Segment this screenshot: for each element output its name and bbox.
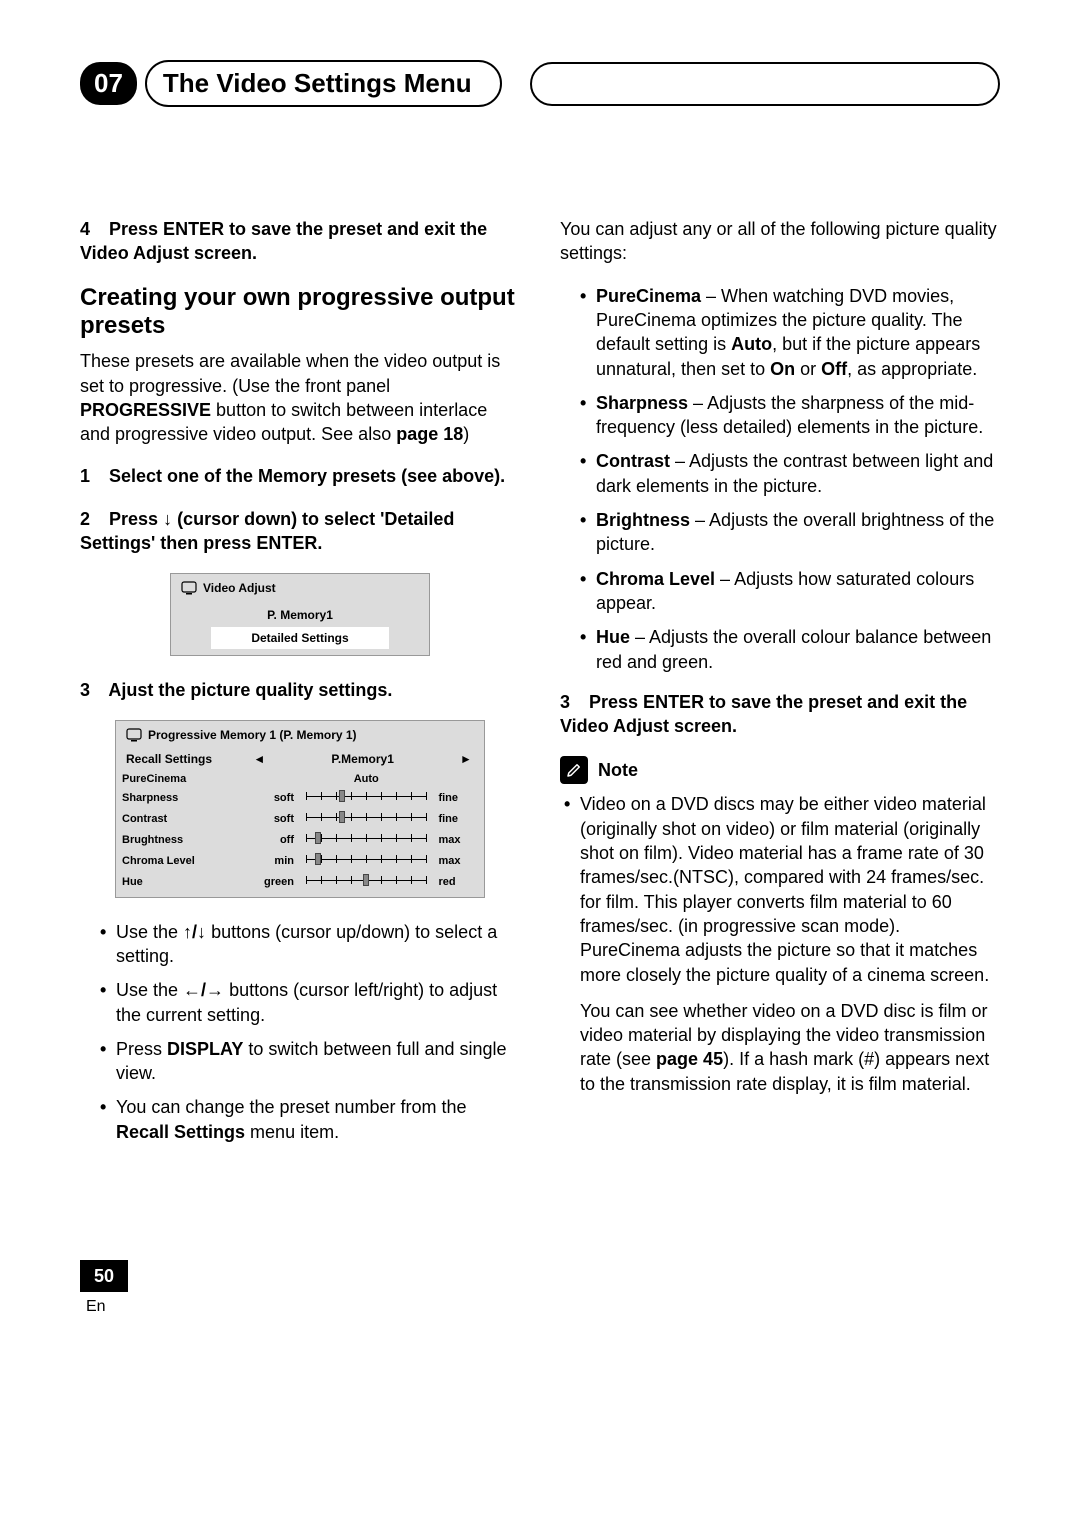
step-2: 2 Press ↓ (cursor down) to select 'Detai… [80,507,520,556]
section-heading: Creating your own progressive output pre… [80,284,520,342]
setting-hue: Hue – Adjusts the overall colour balance… [580,625,1000,674]
osd2-title: Progressive Memory 1 (P. Memory 1) [116,721,484,749]
setting-purecinema: PureCinema – When watching DVD movies, P… [580,284,1000,381]
note-bullets: Video on a DVD discs may be either video… [560,792,1000,1096]
osd-memory-row: P. Memory1 [171,603,429,627]
bullet-cursor-leftright: Use the ←/→ buttons (cursor left/right) … [100,978,520,1027]
setting-brightness: Brightness – Adjusts the overall brightn… [580,508,1000,557]
step-4-text: Press ENTER to save the preset and exit … [80,219,487,263]
arrow-left-icon: ◄ [251,751,267,767]
instruction-bullets: Use the ↑/↓ buttons (cursor up/down) to … [80,920,520,1144]
chapter-number-badge: 07 [80,62,137,105]
header-capsule-right [530,62,1000,106]
bullet-display: Press DISPLAY to switch between full and… [100,1037,520,1086]
osd2-row: Brughtnessoffmax [116,830,484,851]
page-number: 50 [80,1260,128,1292]
osd-title: Video Adjust [171,574,429,602]
settings-list: PureCinema – When watching DVD movies, P… [560,284,1000,674]
osd-detailed-row: Detailed Settings [211,627,389,649]
step-2-text: Press ↓ (cursor down) to select 'Detaile… [80,509,454,553]
monitor-icon [181,581,197,595]
monitor-icon [126,728,142,742]
setting-sharpness: Sharpness – Adjusts the sharpness of the… [580,391,1000,440]
chapter-header: 07 The Video Settings Menu [80,60,1000,107]
left-column: 4 Press ENTER to save the preset and exi… [80,217,520,1160]
chapter-title: The Video Settings Menu [145,60,502,107]
note-header: Note [560,756,1000,784]
step-4-number: 4 [80,217,104,241]
step-4: 4 Press ENTER to save the preset and exi… [80,217,520,266]
intro-paragraph: These presets are available when the vid… [80,349,520,446]
language-label: En [86,1296,1000,1318]
step-3-left: 3 Ajust the picture quality settings. [80,678,520,702]
setting-chroma: Chroma Level – Adjusts how saturated col… [580,567,1000,616]
osd-video-adjust: Video Adjust P. Memory1 Detailed Setting… [170,573,430,656]
page-footer: 50 En [80,1260,1000,1318]
step-3-number: 3 [80,678,104,702]
osd2-row: Chroma Levelminmax [116,851,484,872]
note-label: Note [598,758,638,782]
note-paragraph-1: Video on a DVD discs may be either video… [560,792,1000,1096]
arrow-right-icon: ► [458,751,474,767]
step-3-right-text: Press ENTER to save the preset and exit … [560,692,967,736]
osd2-row: PureCinemaAuto [116,770,484,789]
step-2-number: 2 [80,507,104,531]
step-3-text: Ajust the picture quality settings. [108,680,392,700]
pencil-icon [560,756,588,784]
right-intro: You can adjust any or all of the followi… [560,217,1000,266]
osd-progressive-memory: Progressive Memory 1 (P. Memory 1) Recal… [115,720,485,897]
right-column: You can adjust any or all of the followi… [560,217,1000,1160]
step-3-right-number: 3 [560,690,584,714]
setting-contrast: Contrast – Adjusts the contrast between … [580,449,1000,498]
osd2-row: Huegreenred [116,872,484,893]
step-1: 1 Select one of the Memory presets (see … [80,464,520,488]
step-1-number: 1 [80,464,104,488]
osd2-row: Contrastsoftfine [116,809,484,830]
osd2-recall-row: Recall Settings ◄ P.Memory1 ► [116,749,484,769]
step-3-right: 3 Press ENTER to save the preset and exi… [560,690,1000,739]
osd2-row: Sharpnesssoftfine [116,788,484,809]
step-1-text: Select one of the Memory presets (see ab… [109,466,505,486]
bullet-cursor-updown: Use the ↑/↓ buttons (cursor up/down) to … [100,920,520,969]
osd2-settings-table: PureCinemaAutoSharpnesssoftfineContrasts… [116,770,484,893]
bullet-recall: You can change the preset number from th… [100,1095,520,1144]
